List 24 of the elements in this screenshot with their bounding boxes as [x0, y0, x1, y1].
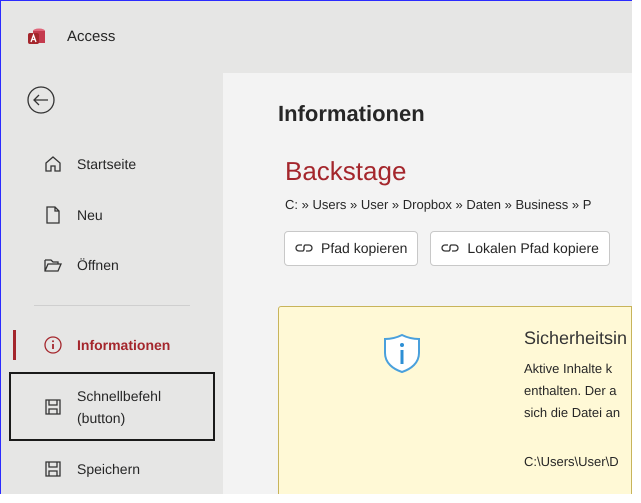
security-message-line: enthalten. Der a: [524, 382, 618, 400]
copy-path-button[interactable]: Pfad kopieren: [284, 230, 418, 266]
security-title: Sicherheitsin: [524, 326, 628, 350]
copy-path-button[interactable]: Lokalen Pfad kopiere: [430, 230, 610, 266]
back-button[interactable]: [25, 85, 57, 115]
page-heading: Informationen: [278, 100, 426, 128]
sidebar-item[interactable]: Informationen: [9, 320, 215, 370]
sidebar-item[interactable]: Öffnen: [9, 240, 215, 291]
security-message-line: sich die Datei an: [524, 404, 622, 422]
file-title: Backstage: [285, 155, 408, 188]
home-icon: [43, 154, 63, 174]
app-logo-icon: [27, 27, 47, 47]
sidebar-item[interactable]: Schnellbefehl (button): [9, 372, 215, 442]
save-icon: [43, 396, 63, 417]
security-message-line: Aktive Inhalte k: [524, 360, 614, 378]
file-path: C: » Users » User » Dropbox » Daten » Business » P: [285, 196, 592, 214]
security-file-path: C:\Users\User\D: [524, 452, 620, 470]
save-icon: [43, 458, 63, 479]
shield-info-icon: [382, 332, 420, 372]
sidebar-item[interactable]: Speichern: [9, 443, 215, 494]
sidebar-item[interactable]: Startseite: [9, 139, 215, 190]
info-icon: [43, 334, 63, 355]
sidebar-item[interactable]: Neu: [9, 190, 215, 240]
app-title: Access: [67, 26, 116, 47]
